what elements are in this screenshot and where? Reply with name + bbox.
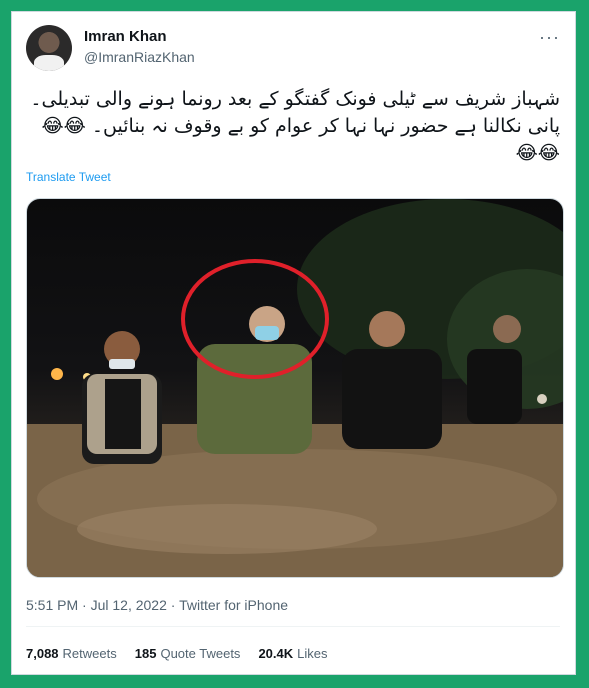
divider <box>26 626 560 627</box>
quote-tweets-stat[interactable]: 185 Quote Tweets <box>135 646 241 661</box>
user-handle[interactable]: @ImranRiazKhan <box>84 49 195 65</box>
avatar[interactable] <box>26 25 72 71</box>
tweet-photo[interactable] <box>26 198 564 578</box>
likes-stat[interactable]: 20.4K Likes <box>258 646 327 661</box>
translate-tweet-link[interactable]: Translate Tweet <box>26 170 111 184</box>
tweet-card: Imran Khan @ImranRiazKhan ··· شہباز شریف… <box>11 11 576 675</box>
retweets-label: Retweets <box>62 646 117 661</box>
retweets-stat[interactable]: 7,088 Retweets <box>26 646 117 661</box>
quotes-count: 185 <box>134 646 157 661</box>
timestamp-link[interactable]: 5:51 PM · Jul 12, 2022 <box>26 597 167 613</box>
tweet-text: شہباز شریف سے ٹیلی فونک گفتگو کے بعد رون… <box>30 88 560 164</box>
likes-label: Likes <box>297 646 328 661</box>
meta-separator: · <box>170 597 180 613</box>
quotes-label: Quote Tweets <box>160 646 241 661</box>
likes-count: 20.4K <box>258 646 294 661</box>
tweet-stats: 7,088 Retweets 185 Quote Tweets 20.4K Likes <box>26 646 328 661</box>
tweet-meta: 5:51 PM · Jul 12, 2022 · Twitter for iPh… <box>26 597 288 613</box>
user-name[interactable]: Imran Khan <box>84 28 167 45</box>
retweets-count: 7,088 <box>26 646 59 661</box>
more-options-icon[interactable]: ··· <box>539 27 560 48</box>
photo-illustration <box>27 199 563 577</box>
source-link[interactable]: Twitter for iPhone <box>179 597 288 613</box>
